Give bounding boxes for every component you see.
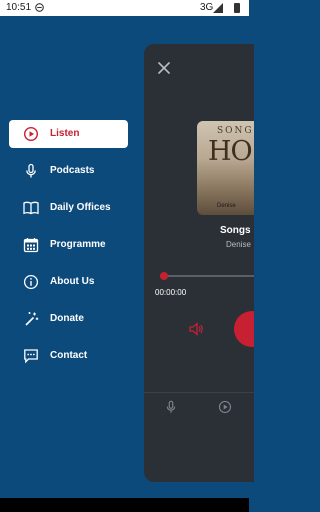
play-circle-icon xyxy=(23,126,39,142)
progress-thumb[interactable] xyxy=(160,272,168,280)
track-artist: Denise xyxy=(226,240,251,249)
menu-item-podcasts[interactable]: Podcasts xyxy=(9,157,128,185)
close-icon[interactable] xyxy=(156,60,172,76)
network-type: 3G xyxy=(200,2,214,13)
progress-slider[interactable] xyxy=(164,275,254,277)
menu-item-contact[interactable]: Contact xyxy=(9,342,128,370)
status-time: 10:51 xyxy=(6,2,32,13)
album-art-bottom-text: Denise xyxy=(217,203,236,209)
menu-item-label: Podcasts xyxy=(50,165,95,176)
menu-item-label: Donate xyxy=(50,313,84,324)
menu-item-about-us[interactable]: About Us xyxy=(9,268,128,296)
elapsed-time: 00:00:00 xyxy=(155,288,187,297)
microphone-icon xyxy=(26,163,36,178)
notification-icon xyxy=(35,3,44,12)
album-art-top-text: SONG xyxy=(217,126,254,136)
menu-item-label: Daily Offices xyxy=(50,202,111,213)
menu-item-label: Contact xyxy=(50,350,88,361)
album-art-big-text: HO xyxy=(208,136,253,167)
magic-wand-icon xyxy=(25,312,39,326)
menu-item-daily-offices[interactable]: Daily Offices xyxy=(9,194,128,222)
battery-icon xyxy=(234,3,240,13)
book-icon xyxy=(23,201,39,215)
microphone-icon[interactable] xyxy=(164,400,178,414)
info-icon xyxy=(23,274,39,290)
chat-icon xyxy=(24,349,38,364)
now-playing-panel: SONG HO Denise Songs Denise 00:00:00 xyxy=(144,44,254,482)
menu-item-donate[interactable]: Donate xyxy=(9,305,128,333)
signal-icon xyxy=(213,3,223,13)
volume-icon[interactable] xyxy=(188,321,204,337)
menu-item-listen[interactable]: Listen xyxy=(9,120,128,148)
album-art: SONG HO Denise xyxy=(197,121,254,215)
menu-item-programme[interactable]: Programme xyxy=(9,231,128,259)
calendar-icon xyxy=(23,238,39,253)
menu-item-label: About Us xyxy=(50,276,95,287)
status-bar: 10:51 3G xyxy=(0,0,249,16)
play-circle-icon[interactable] xyxy=(218,400,232,414)
menu-item-label: Listen xyxy=(50,128,80,139)
track-title: Songs xyxy=(220,225,251,236)
menu-item-label: Programme xyxy=(50,239,106,250)
divider xyxy=(144,392,254,393)
play-button[interactable] xyxy=(234,311,254,347)
system-navigation-bar xyxy=(0,498,249,512)
